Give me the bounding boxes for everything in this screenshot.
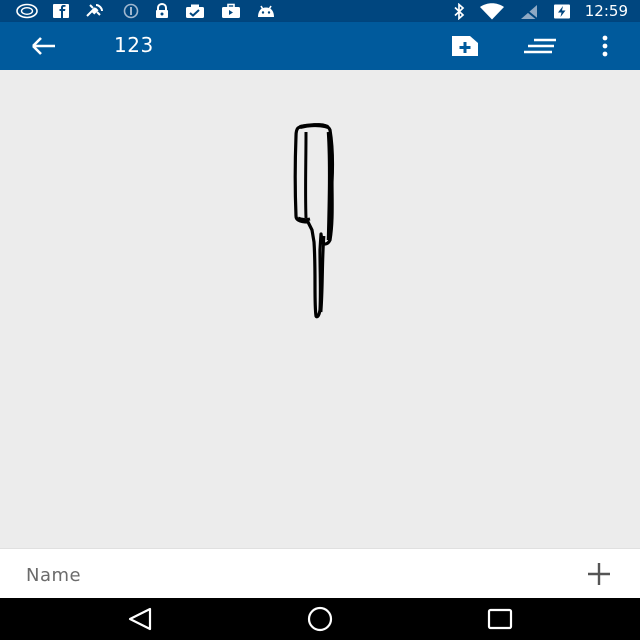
signal-off-icon [520, 4, 538, 20]
satellite-icon [86, 4, 103, 17]
nav-home-button[interactable] [305, 606, 335, 632]
android-icon [258, 5, 274, 17]
plus-icon [588, 563, 610, 585]
nav-recents-button[interactable] [485, 606, 515, 632]
compass-icon [16, 3, 38, 19]
square-recents-icon [487, 608, 513, 630]
arrow-left-icon [32, 37, 55, 55]
sync-icon [123, 3, 139, 19]
wifi-icon [479, 2, 504, 19]
app-bar: 123 [0, 22, 640, 70]
navigation-bar [0, 598, 640, 640]
nav-back-button[interactable] [126, 606, 156, 632]
circle-home-icon [307, 606, 333, 632]
page-title: 123 [114, 33, 154, 57]
status-clock: 12:59 [584, 2, 628, 20]
facebook-icon [53, 4, 69, 18]
triangle-back-icon [128, 607, 152, 631]
sketch-drawing [293, 123, 334, 319]
sort-button[interactable] [522, 33, 558, 59]
briefcase-icon [222, 3, 240, 18]
add-document-button[interactable] [450, 33, 480, 59]
status-bar: 12:59 [0, 0, 640, 22]
name-bar [0, 548, 640, 599]
bluetooth-icon [454, 2, 465, 20]
status-icons-right: 12:59 [453, 2, 628, 20]
more-vert-icon [602, 35, 608, 57]
add-button[interactable] [586, 561, 612, 587]
status-icons-left [16, 3, 276, 19]
battery-charging-icon [553, 4, 570, 18]
sort-lines-icon [524, 38, 556, 54]
back-button[interactable] [28, 34, 60, 58]
drawing-canvas[interactable] [0, 70, 640, 548]
name-input[interactable] [24, 559, 548, 591]
add-document-icon [452, 36, 478, 56]
photo-check-icon [186, 4, 204, 18]
lock-icon [156, 3, 168, 18]
more-options-button[interactable] [592, 33, 618, 59]
